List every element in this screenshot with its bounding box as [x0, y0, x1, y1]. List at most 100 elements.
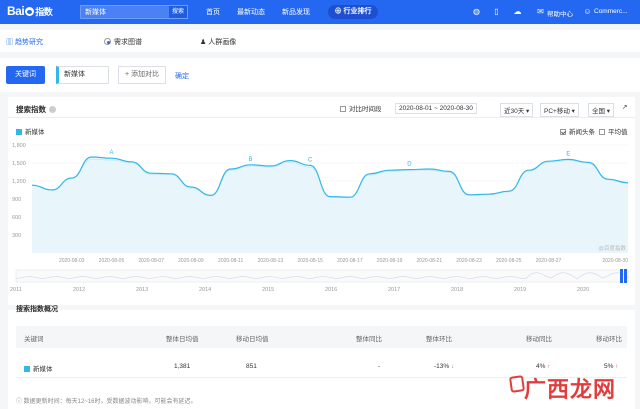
- annotation-label: A: [109, 150, 113, 156]
- year-label: 2017: [388, 287, 400, 293]
- help-icon[interactable]: ✉: [536, 7, 545, 16]
- region-select[interactable]: 全国 ▾: [588, 103, 615, 117]
- person-icon: ♟: [200, 39, 207, 46]
- search-index-panel: 搜索指数 对比时间段 2020-08-01 ~ 2020-08-30 近30天 …: [8, 97, 635, 305]
- search-index-chart[interactable]: 300 600 900 1,200 1,500 1,800 A B C D E @百度指数 2020-0…: [8, 135, 635, 305]
- x-tick-label: 2020-08-30: [602, 258, 628, 264]
- portrait-tab[interactable]: ♟ 人群画像: [200, 37, 236, 47]
- user-menu[interactable]: Commerc...: [594, 8, 628, 15]
- down-arrow-icon: ↓: [451, 363, 455, 370]
- device-value: PC+移动 ▾: [540, 103, 579, 117]
- period-label: 近30天: [504, 108, 525, 115]
- compare-period-label: 对比时间段: [349, 106, 382, 113]
- range-slider-track: [15, 269, 629, 283]
- x-tick-label: 2020-08-11: [218, 258, 243, 264]
- annotation-label: E: [566, 151, 570, 157]
- add-compare-button[interactable]: + 添加对比: [118, 66, 166, 84]
- x-tick-label: 2020-08-03: [59, 258, 85, 264]
- range-handle-left: [620, 269, 623, 283]
- year-label: 2013: [136, 287, 148, 293]
- wechat-icon[interactable]: ☁: [513, 7, 522, 16]
- year-label: 2020: [577, 287, 589, 293]
- row-mobile-yoy-value: 4%: [536, 363, 546, 370]
- question-icon[interactable]: [49, 106, 56, 113]
- row-overall-mom-value: -13%: [434, 363, 450, 370]
- row-mobile-avg: 851: [246, 363, 257, 370]
- y-tick-label: 300: [12, 233, 21, 239]
- y-tick-label: 1,500: [12, 161, 26, 167]
- device-select[interactable]: PC+移动 ▾: [540, 103, 579, 117]
- nav-home[interactable]: 首页: [206, 7, 220, 17]
- search-input[interactable]: 新媒体: [81, 7, 169, 17]
- baidu-index-logo[interactable]: Bai 指数: [7, 4, 53, 18]
- x-tick-label: 2020-08-09: [178, 258, 204, 264]
- up-arrow-icon: ↑: [547, 363, 551, 370]
- confirm-button[interactable]: 确定: [175, 71, 189, 81]
- year-label: 2018: [451, 287, 463, 293]
- x-tick-label: 2020-08-13: [258, 258, 284, 264]
- trend-research-tab[interactable]: ▥ 趋势研究: [6, 37, 43, 47]
- notification-icon[interactable]: ◍: [472, 7, 481, 16]
- search-box[interactable]: 新媒体 搜索: [80, 5, 188, 19]
- demand-graph-tab[interactable]: 需求图谱: [114, 37, 142, 47]
- sub-nav: ▥ 趋势研究 需求图谱 ♟ 人群画像: [0, 30, 640, 52]
- year-label: 2012: [73, 287, 85, 293]
- overview-title: 搜索指数概况: [16, 304, 58, 314]
- panel-title: 搜索指数: [16, 104, 56, 115]
- x-tick-label: 2020-08-19: [377, 258, 403, 264]
- row-overall-mom: -13% ↓: [434, 363, 454, 370]
- annotation-label: D: [407, 162, 412, 168]
- x-tick-label: 2020-08-25: [496, 258, 522, 264]
- watermark-logo-icon: [508, 375, 526, 393]
- th-mobile-yoy: 移动同比: [526, 336, 552, 343]
- keyword-input[interactable]: 新媒体: [56, 66, 109, 84]
- nav-latest[interactable]: 最新动态: [237, 7, 265, 17]
- keyword-label: 关键词: [6, 66, 45, 84]
- period-select[interactable]: 近30天 ▾: [500, 103, 534, 117]
- demand-radio[interactable]: [104, 38, 111, 45]
- export-icon[interactable]: ↗: [622, 103, 627, 111]
- x-tick-label: 2020-08-27: [536, 258, 562, 264]
- top-bar: Bai 指数 新媒体 搜索 首页 最新动态 新品发现 ⊕ 行业排行 ◍ ▯ ☁ ✉…: [0, 0, 640, 24]
- x-tick-label: 2020-08-17: [337, 258, 363, 264]
- portrait-label: 人群画像: [208, 39, 237, 46]
- up-arrow-icon-2: ↑: [615, 363, 619, 370]
- date-range-value: 2020-08-01 ~ 2020-08-30: [395, 103, 477, 114]
- year-label: 2014: [199, 287, 211, 293]
- x-tick-label: 2020-08-05: [99, 258, 125, 264]
- search-button[interactable]: 搜索: [169, 6, 187, 18]
- annotation-label: B: [249, 157, 253, 163]
- year-label: 2016: [325, 287, 337, 293]
- x-tick-label: 2020-08-07: [138, 258, 164, 264]
- row-keyword: 新媒体: [24, 363, 53, 373]
- compare-checkbox[interactable]: [340, 106, 346, 112]
- industry-rank-label: 行业排行: [343, 8, 372, 15]
- row-overall-avg: 1,381: [174, 363, 191, 370]
- th-keyword: 关键词: [24, 336, 44, 343]
- chart-watermark: @百度指数: [598, 244, 626, 252]
- region-label: 全国: [592, 108, 605, 115]
- x-tick-label: 2020-08-15: [297, 258, 323, 264]
- row-overall-yoy: -: [378, 363, 381, 370]
- industry-rank-button[interactable]: ⊕ 行业排行: [328, 5, 378, 19]
- device-label: PC+移动: [544, 108, 570, 115]
- compare-period-toggle[interactable]: 对比时间段: [340, 103, 382, 113]
- row-mobile-yoy: 4% ↑: [536, 363, 550, 370]
- row-keyword-text: 新媒体: [33, 366, 53, 373]
- footnote-text: 数据更新时间：每天12~16时，受数据波动影响，可能会有延迟。: [23, 399, 197, 405]
- y-tick-label: 600: [12, 215, 21, 221]
- x-tick-label: 2020-08-21: [417, 258, 443, 264]
- mobile-icon[interactable]: ▯: [492, 7, 501, 16]
- nav-new-products[interactable]: 新品发现: [282, 7, 310, 17]
- help-center-link[interactable]: 帮助中心: [547, 8, 573, 18]
- row-swatch: [24, 366, 30, 372]
- year-label: 2019: [514, 287, 526, 293]
- period-value: 近30天 ▾: [500, 103, 534, 117]
- user-icon[interactable]: ☺: [583, 7, 592, 16]
- overview-title-text: 搜索指数概况: [16, 306, 58, 313]
- region-value: 全国 ▾: [588, 103, 615, 117]
- annotation-label: C: [308, 157, 313, 163]
- date-range-picker[interactable]: 2020-08-01 ~ 2020-08-30: [395, 103, 477, 114]
- panel-divider: [8, 117, 635, 118]
- y-tick-label: 900: [12, 197, 21, 203]
